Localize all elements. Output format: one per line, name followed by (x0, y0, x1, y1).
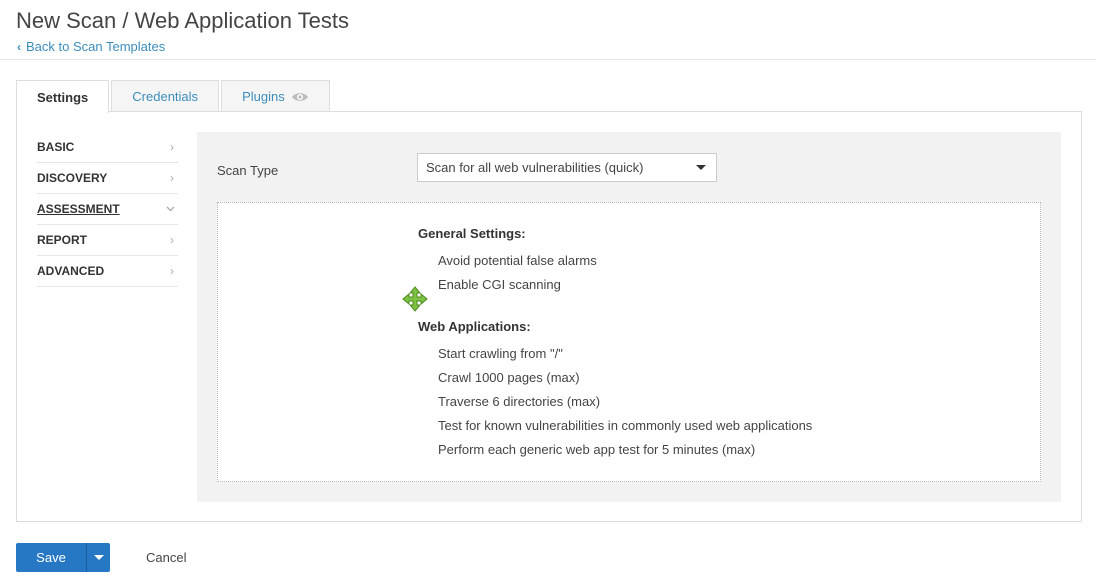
sidebar-item-label: ASSESSMENT (37, 202, 120, 216)
form-footer: Save Cancel (16, 543, 186, 572)
caret-down-icon (696, 165, 706, 170)
scan-type-value: Scan for all web vulnerabilities (quick) (426, 160, 644, 175)
sidebar-item-advanced[interactable]: ADVANCED › (37, 256, 178, 287)
back-link-label: Back to Scan Templates (26, 39, 166, 54)
tab-plugins-label: Plugins (242, 89, 285, 104)
tab-credentials[interactable]: Credentials (111, 80, 220, 112)
summary-line: Crawl 1000 pages (max) (438, 370, 580, 385)
sidebar-item-report[interactable]: REPORT › (37, 225, 178, 256)
tab-settings[interactable]: Settings (16, 80, 110, 113)
page-title: New Scan / Web Application Tests (16, 8, 350, 33)
sidebar-item-discovery[interactable]: DISCOVERY › (37, 163, 178, 194)
chevron-right-icon: › (170, 233, 174, 247)
save-button[interactable]: Save (16, 543, 86, 572)
chevron-right-icon: › (170, 264, 174, 278)
web-applications-title: Web Applications: (418, 319, 531, 334)
settings-panel: BASIC › DISCOVERY › ASSESSMENT REPORT › … (16, 111, 1082, 522)
chevron-right-icon: › (170, 140, 174, 154)
back-to-templates-link[interactable]: ‹ Back to Scan Templates (17, 39, 165, 54)
scan-type-label: Scan Type (217, 163, 279, 178)
save-button-group: Save (16, 543, 110, 572)
sidebar-item-basic[interactable]: BASIC › (37, 132, 178, 163)
general-settings-title: General Settings: (418, 226, 526, 241)
scan-type-select[interactable]: Scan for all web vulnerabilities (quick) (417, 153, 717, 182)
tab-bar: Settings Credentials Plugins (16, 80, 332, 113)
sidebar-item-assessment[interactable]: ASSESSMENT (37, 194, 178, 225)
save-options-dropdown[interactable] (86, 543, 110, 572)
move-cursor-icon (402, 286, 428, 312)
tab-credentials-label: Credentials (132, 89, 199, 104)
scan-type-summary: General Settings: Avoid potential false … (217, 202, 1041, 482)
summary-line: Start crawling from "/" (438, 346, 563, 361)
summary-line: Traverse 6 directories (max) (438, 394, 601, 409)
chevron-left-icon: ‹ (17, 39, 21, 54)
summary-line: Avoid potential false alarms (438, 253, 597, 268)
header-divider (0, 59, 1096, 60)
assessment-content: Scan Type Scan for all web vulnerabiliti… (197, 132, 1061, 502)
chevron-right-icon: › (170, 171, 174, 185)
summary-line: Perform each generic web app test for 5 … (438, 442, 756, 457)
sidebar-item-label: DISCOVERY (37, 171, 108, 185)
sidebar-item-label: REPORT (37, 233, 88, 247)
caret-down-icon (94, 555, 104, 560)
tab-plugins[interactable]: Plugins (221, 80, 330, 112)
chevron-down-icon (166, 206, 175, 212)
sidebar-item-label: ADVANCED (37, 264, 105, 278)
sidebar-item-label: BASIC (37, 140, 75, 154)
tab-settings-label: Settings (37, 89, 89, 105)
eye-icon (291, 92, 308, 101)
settings-sidebar: BASIC › DISCOVERY › ASSESSMENT REPORT › … (37, 132, 178, 287)
summary-line: Test for known vulnerabilities in common… (438, 418, 813, 433)
cancel-button[interactable]: Cancel (146, 550, 186, 565)
summary-line: Enable CGI scanning (438, 277, 561, 292)
